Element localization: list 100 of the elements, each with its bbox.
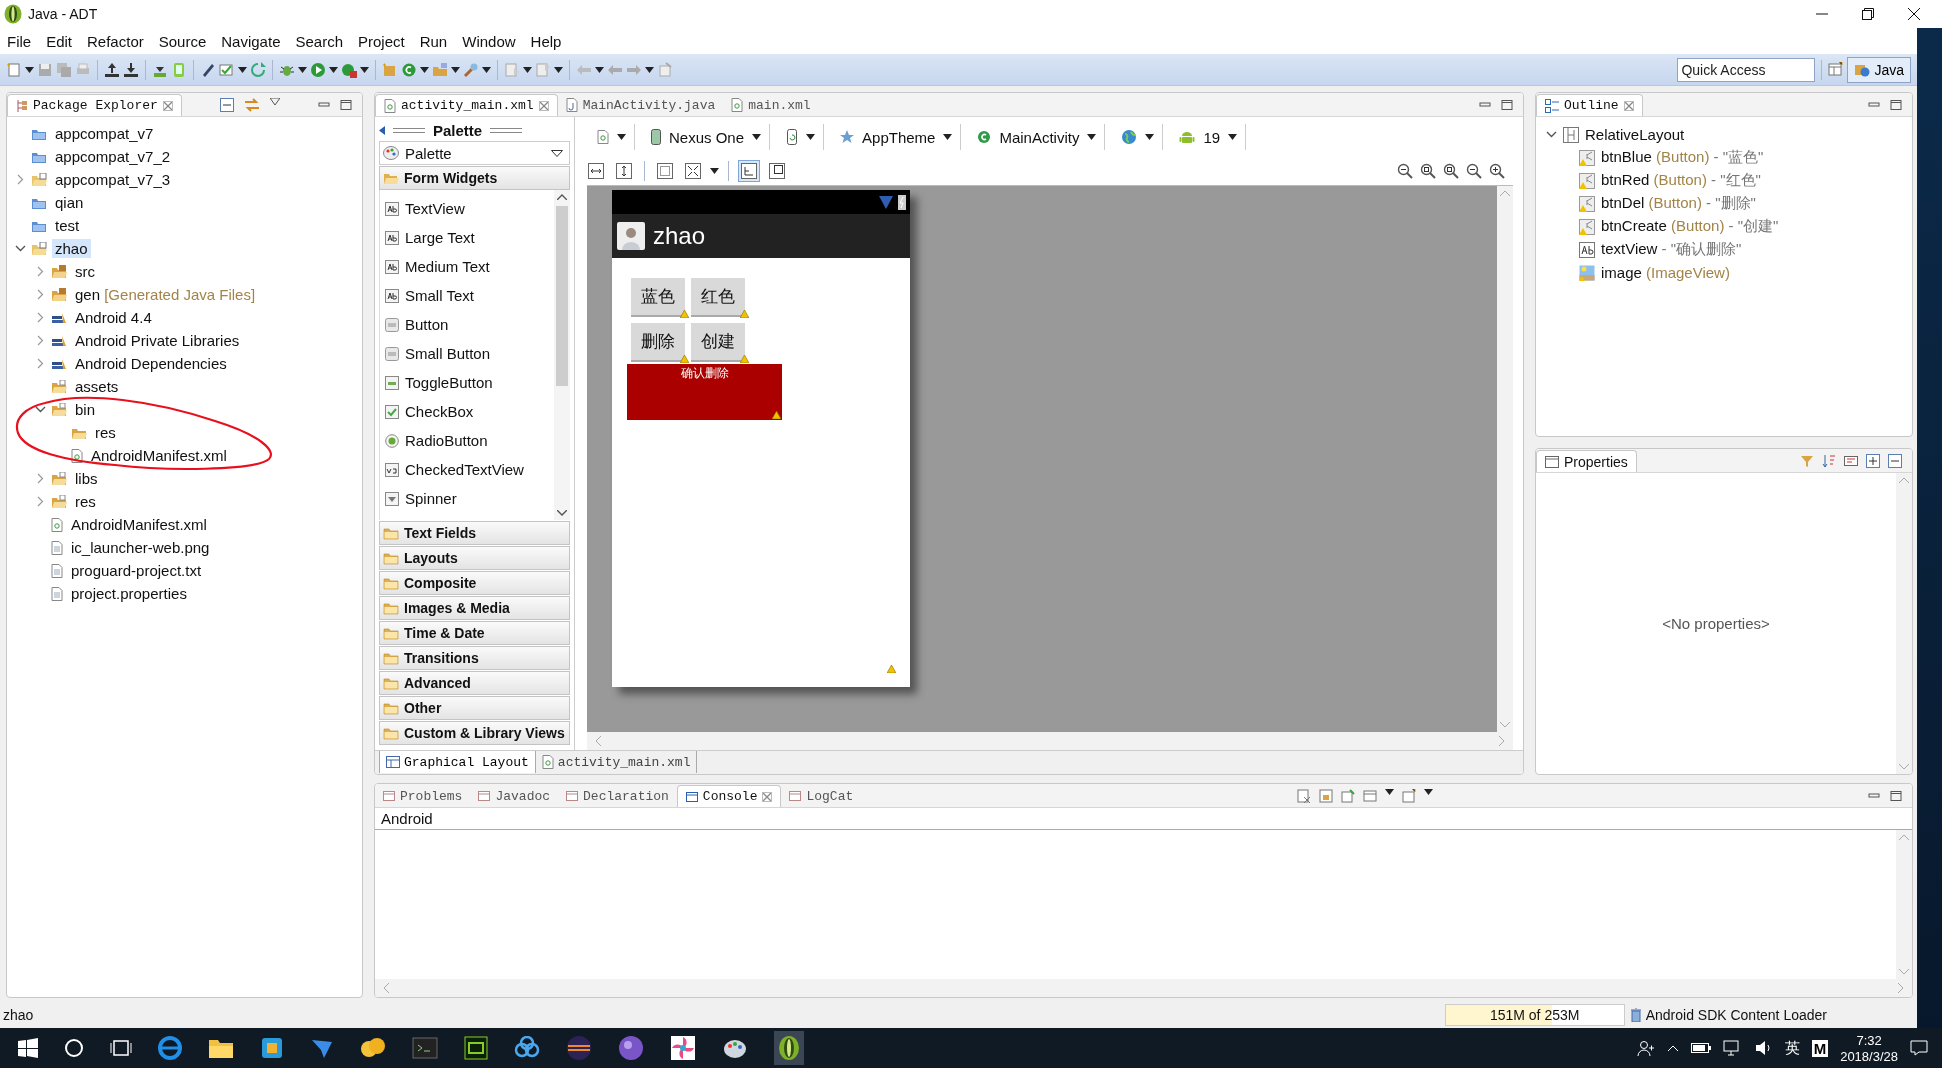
tree-item[interactable]: project.properties	[68, 584, 190, 603]
palette-widget[interactable]: Button	[380, 310, 554, 339]
folder-icon[interactable]	[208, 1037, 234, 1059]
dropdown-caret-icon[interactable]	[451, 66, 460, 73]
tree-item[interactable]: res	[72, 492, 99, 511]
palette-category[interactable]: Images & Media	[379, 596, 570, 620]
zoom-out-icon[interactable]	[1397, 163, 1413, 179]
dropdown-caret-icon[interactable]	[298, 66, 307, 73]
palette-widget[interactable]: RadioButton	[380, 426, 554, 455]
minimize-icon[interactable]	[318, 99, 330, 110]
editor-mode-tab[interactable]: Graphical Layout	[379, 751, 536, 773]
tree-item[interactable]: Android 4.4	[72, 308, 155, 327]
collapse-all-icon[interactable]	[219, 97, 234, 112]
zoom-out-icon[interactable]	[1466, 163, 1482, 179]
input-language[interactable]: 英	[1784, 1038, 1800, 1058]
margins-icon[interactable]	[654, 160, 676, 182]
view-tab[interactable]: Outline	[1536, 94, 1643, 116]
tree-item[interactable]: assets	[72, 377, 122, 396]
editor-mode-tab[interactable]: activity_main.xml	[535, 751, 698, 773]
palette-category[interactable]: Time & Date	[379, 621, 570, 645]
browser-icon[interactable]	[158, 1036, 182, 1060]
palette-widget[interactable]: Medium Text	[380, 252, 554, 281]
tree-item[interactable]: res	[92, 423, 119, 442]
dropdown-caret-icon[interactable]	[595, 66, 604, 73]
menu-item[interactable]: Navigate	[221, 32, 281, 50]
menu-item[interactable]: Help	[530, 32, 562, 50]
palette-category[interactable]: Composite	[379, 571, 570, 595]
outline-item[interactable]: btnRed (Button) - "红色"	[1601, 171, 1761, 190]
start-icon[interactable]	[18, 1038, 38, 1058]
config-dropdown[interactable]: 19	[1171, 124, 1247, 150]
dropdown-caret-icon[interactable]	[1423, 788, 1433, 795]
dropdown-caret-icon[interactable]	[523, 66, 532, 73]
tree-item[interactable]: appcompat_v7_3	[52, 170, 174, 189]
tree-item[interactable]: proguard-project.txt	[68, 561, 205, 580]
garbage-collect-icon[interactable]	[1630, 1008, 1641, 1022]
tree-item[interactable]: AndroidManifest.xml	[68, 515, 210, 534]
view-tab[interactable]: Package Explorer	[7, 94, 182, 116]
external-tools-icon[interactable]	[341, 61, 357, 78]
tree-item[interactable]: test	[52, 216, 83, 235]
tree-item[interactable]: AndroidManifest.xml	[88, 446, 230, 465]
tree-item[interactable]: appcompat_v7_2	[52, 147, 174, 166]
search-icon[interactable]	[64, 1038, 84, 1058]
view-tab[interactable]: Declaration	[558, 785, 677, 807]
adt-icon[interactable]	[778, 1035, 800, 1061]
eclipse-icon[interactable]	[566, 1035, 592, 1061]
maximize-icon[interactable]	[1501, 99, 1513, 110]
tree-item[interactable]: qian	[52, 193, 87, 212]
open-perspective-icon[interactable]	[1828, 61, 1845, 78]
menu-item[interactable]: Refactor	[87, 32, 144, 50]
menu-item[interactable]: Window	[462, 32, 516, 50]
minimize-icon[interactable]	[1868, 790, 1880, 801]
tree-item[interactable]: bin	[72, 400, 99, 419]
close-icon[interactable]	[1908, 8, 1920, 20]
palette-category[interactable]: Text Fields	[379, 521, 570, 545]
menu-item[interactable]: Run	[419, 32, 448, 50]
outline-item[interactable]: btnCreate (Button) - "创建"	[1601, 217, 1779, 236]
scroll-up-icon[interactable]	[557, 194, 567, 200]
clock[interactable]: 7:32 2018/3/28	[1840, 1031, 1898, 1065]
tree-item[interactable]: Android Private Libraries	[72, 331, 243, 350]
config-dropdown[interactable]: Nexus One	[643, 124, 771, 150]
dropdown-caret-icon[interactable]	[710, 168, 719, 174]
terminal-icon[interactable]	[412, 1037, 438, 1059]
collapse-palette-icon[interactable]	[379, 125, 385, 135]
config-dropdown[interactable]: MainActivity	[969, 124, 1106, 150]
palette-category[interactable]: Custom & Library Views	[379, 721, 570, 745]
outline-item[interactable]: btnDel (Button) - "删除"	[1601, 194, 1756, 213]
palette-widget[interactable]: Large Text	[380, 223, 554, 252]
dropdown-caret-icon[interactable]	[360, 66, 369, 73]
people-icon[interactable]	[1636, 1039, 1655, 1057]
fill-width-icon[interactable]	[585, 160, 607, 182]
view-menu-icon[interactable]	[269, 97, 280, 106]
input-mode[interactable]: M	[1811, 1039, 1829, 1057]
tree-item[interactable]: zhao	[52, 239, 91, 258]
download-icon[interactable]	[123, 61, 139, 78]
open-console-icon[interactable]	[1401, 788, 1416, 803]
display-console-icon[interactable]	[1362, 788, 1377, 803]
zoom-actual-icon[interactable]	[1420, 163, 1436, 179]
advanced-icon[interactable]	[1844, 453, 1858, 468]
dropdown-caret-icon[interactable]	[482, 66, 491, 73]
palette-widget[interactable]: TextView	[380, 194, 554, 223]
dropdown-caret-icon[interactable]	[25, 66, 34, 73]
palette-category[interactable]: Layouts	[379, 546, 570, 570]
sphere-icon[interactable]	[618, 1035, 644, 1061]
scroll-down-icon[interactable]	[557, 510, 567, 516]
collapse-all-icon[interactable]	[1888, 453, 1902, 468]
pen-icon[interactable]	[200, 61, 216, 78]
fill-height-icon[interactable]	[613, 160, 635, 182]
tree-item[interactable]: appcompat_v7	[52, 124, 157, 143]
config-dropdown[interactable]: AppTheme	[832, 124, 962, 150]
view-tab[interactable]: Properties	[1536, 450, 1637, 472]
volume-icon[interactable]	[1754, 1040, 1773, 1056]
palette-widget[interactable]: CheckedTextView	[380, 455, 554, 484]
tree-item[interactable]: src	[72, 262, 98, 281]
menu-item[interactable]: File	[7, 32, 32, 50]
minimize-icon[interactable]	[1479, 99, 1491, 110]
outline-item[interactable]: RelativeLayout	[1585, 126, 1685, 143]
dropdown-caret-icon[interactable]	[238, 66, 247, 73]
view-tab[interactable]: LogCat	[781, 785, 862, 807]
scrollbar-thumb[interactable]	[556, 206, 568, 386]
palette-widget[interactable]: Small Text	[380, 281, 554, 310]
